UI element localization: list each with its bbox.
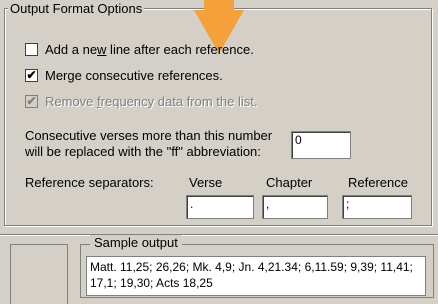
option-remove-frequency[interactable]: ✔ Remove frequency data from the list. (25, 92, 257, 110)
sample-output-title: Sample output (90, 235, 182, 250)
section-divider (0, 234, 438, 236)
chapter-label: Chapter (266, 175, 313, 190)
reference-separator-input[interactable]: ; (342, 195, 412, 219)
reference-label: Reference (348, 175, 408, 190)
option-new-line[interactable]: Add a new line after each reference. (25, 40, 254, 58)
group-title: Output Format Options (8, 1, 145, 16)
verse-separator-input[interactable]: . (186, 195, 254, 219)
reference-separators-label: Reference separators: (25, 175, 154, 190)
consecutive-label-line2: will be replaced with the "ff" abbreviat… (25, 144, 261, 159)
chapter-separator-input[interactable]: , (262, 195, 328, 219)
option-merge[interactable]: ✔ Merge consecutive references. (25, 66, 223, 84)
sample-output-text: Matt. 11,25; 26,26; Mk. 4,9; Jn. 4,21.34… (86, 256, 426, 296)
checkbox-new-line[interactable] (25, 42, 38, 56)
checkbox-merge[interactable]: ✔ (25, 68, 38, 82)
consecutive-verses-input[interactable]: 0 (291, 131, 351, 159)
left-panel-frame (10, 244, 68, 304)
verse-label: Verse (189, 175, 223, 190)
consecutive-label-line1: Consecutive verses more than this number (25, 128, 273, 143)
checkbox-remove-frequency[interactable]: ✔ (25, 94, 38, 108)
